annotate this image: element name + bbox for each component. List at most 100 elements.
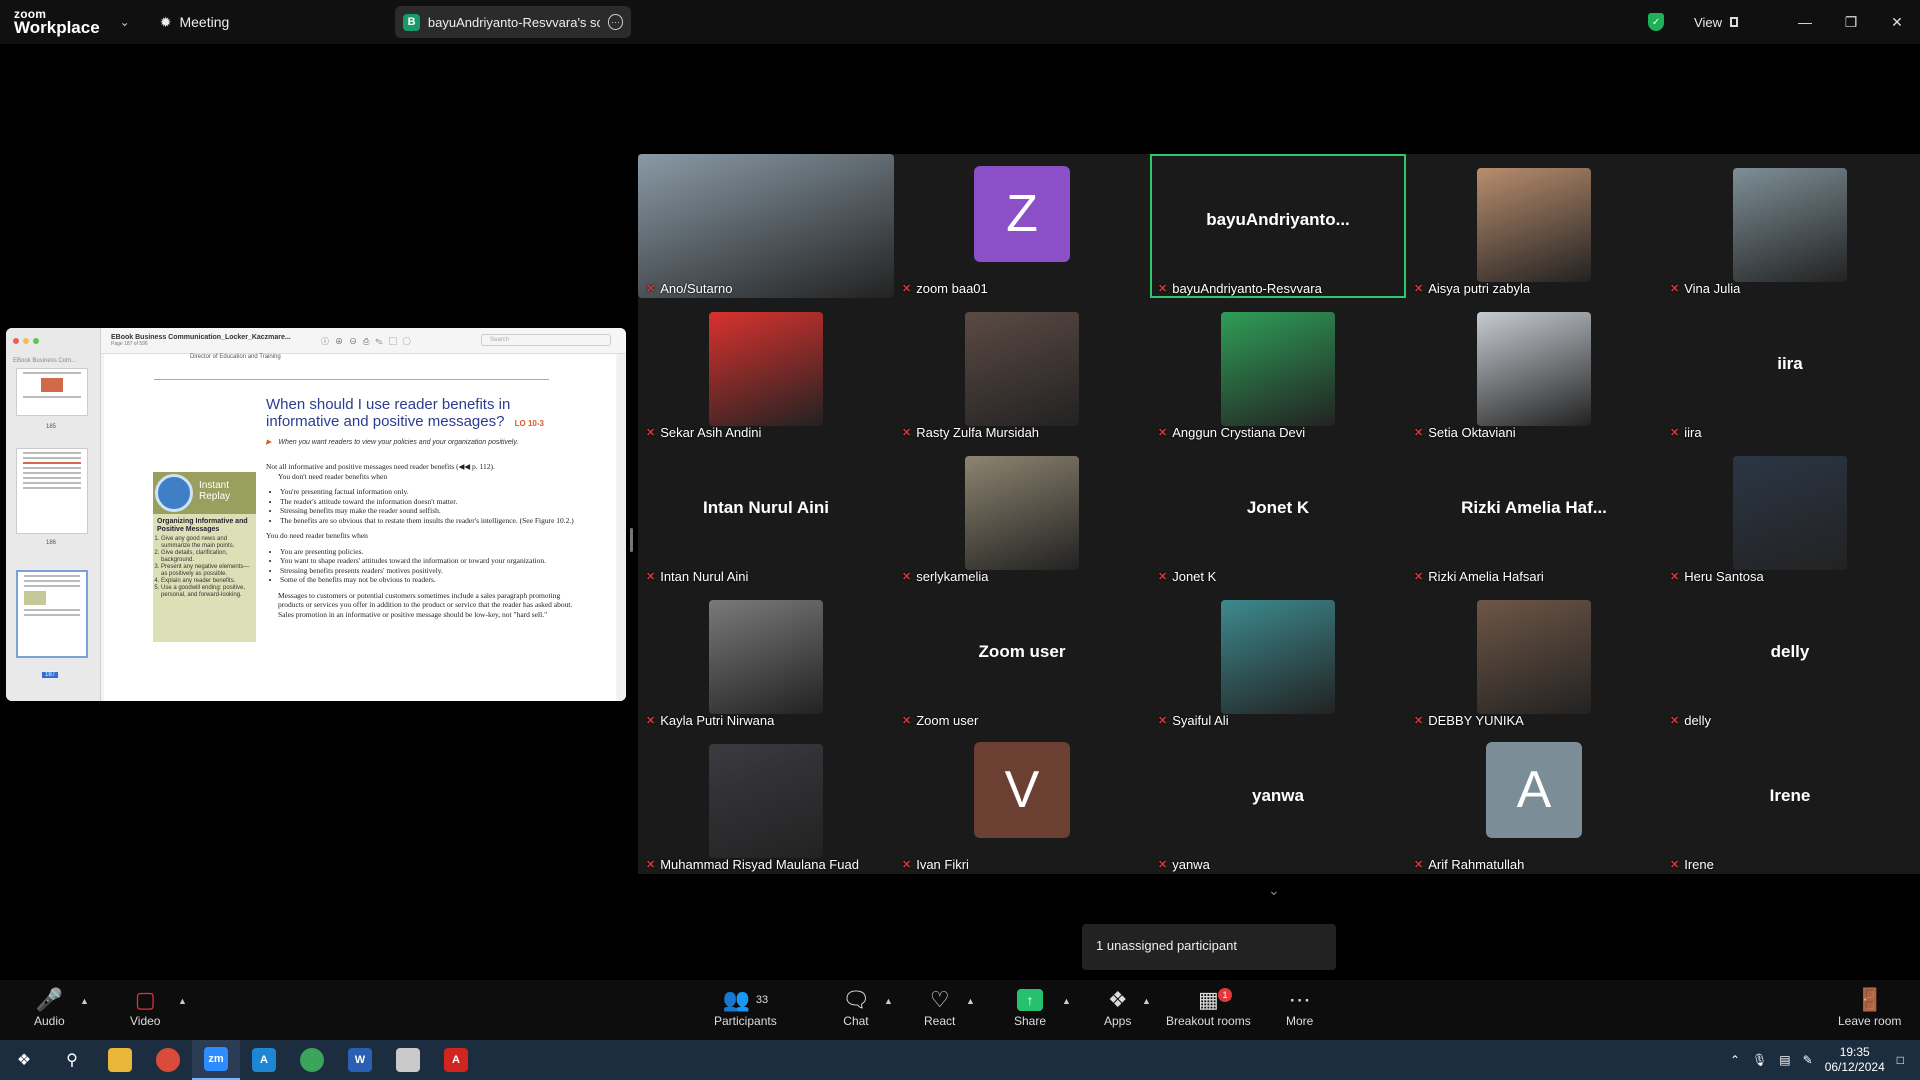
app-icon[interactable] (384, 1040, 432, 1080)
chat-label: Chat (843, 1014, 869, 1028)
pen-icon[interactable]: ✎ (1803, 1053, 1813, 1067)
page-thumbnail[interactable] (16, 368, 88, 416)
minimize-icon[interactable]: — (1782, 14, 1828, 30)
participant-tile[interactable]: ✕ Kayla Putri Nirwana (638, 586, 894, 730)
apps-button[interactable]: ❖ Apps (1104, 986, 1131, 1028)
pdf-tools-icons[interactable]: ⓘ⊕⊖⎙✎▢◯ (321, 336, 417, 347)
search-icon[interactable]: ⚲ (48, 1040, 96, 1080)
participant-tile[interactable]: ✕ Muhammad Risyad Maulana Fuad (638, 730, 894, 874)
participant-tile[interactable]: ✕ DEBBY YUNIKA (1406, 586, 1662, 730)
mic-muted-icon: ✕ (1670, 427, 1680, 439)
participant-tile[interactable]: ✕ Rasty Zulfa Mursidah (894, 298, 1150, 442)
sharer-avatar-badge: B (403, 13, 420, 31)
chevron-up-icon[interactable]: ▲ (1062, 996, 1071, 1006)
participant-tile[interactable]: Z ✕ zoom baa01 (894, 154, 1150, 298)
clock[interactable]: 19:35 06/12/2024 (1825, 1045, 1885, 1075)
video-button[interactable]: ▢ Video (130, 986, 160, 1028)
participant-tile[interactable]: delly ✕ delly (1662, 586, 1918, 730)
mic-muted-icon: ✕ (1414, 427, 1424, 439)
breakout-rooms-label: Breakout rooms (1166, 1014, 1251, 1028)
breakout-rooms-button[interactable]: ▦ Breakout rooms 1 (1166, 986, 1251, 1028)
mic-muted-icon: ✕ (646, 571, 656, 583)
acrobat-icon[interactable]: A (432, 1040, 480, 1080)
chevron-up-icon[interactable]: ⌃ (1730, 1053, 1740, 1067)
chevron-up-icon[interactable]: ▲ (1142, 996, 1151, 1006)
screen-share-indicator[interactable]: B bayuAndriyanto-Resvvara's scree ⋯ (395, 6, 632, 38)
pdf-search-field[interactable]: Search (481, 334, 611, 346)
more-label: More (1286, 1014, 1314, 1028)
chrome-profile-icon[interactable] (288, 1040, 336, 1080)
participant-tile[interactable]: V ✕ Ivan Fikri (894, 730, 1150, 874)
sidebar-title: EBook Business Com... (13, 358, 77, 364)
participant-tile[interactable]: Jonet K ✕ Jonet K (1150, 442, 1406, 586)
participant-tile[interactable]: ✕ Anggun Crystiana Devi (1150, 298, 1406, 442)
participant-name-label: ✕ Syaiful Ali (1158, 713, 1229, 728)
participant-tile[interactable]: A ✕ Arif Rahmatullah (1406, 730, 1662, 874)
restore-icon[interactable]: ❐ (1828, 14, 1874, 31)
participant-tile[interactable]: ✕ serlykamelia (894, 442, 1150, 586)
more-options-icon[interactable]: ⋯ (607, 14, 624, 30)
participant-tile[interactable]: Rizki Amelia Haf... ✕ Rizki Amelia Hafsari (1406, 442, 1662, 586)
page-thumbnail[interactable] (16, 448, 88, 534)
thumbnail-page-number: 186 (46, 540, 57, 546)
share-button[interactable]: ↑ Share (1014, 986, 1046, 1028)
participants-button[interactable]: 👥 33 Participants (714, 986, 777, 1028)
participant-name-label: ✕ serlykamelia (902, 569, 988, 584)
chevron-up-icon[interactable]: ▲ (884, 996, 893, 1006)
participant-avatar: Z (974, 166, 1070, 262)
split-resize-handle[interactable] (630, 528, 633, 552)
file-explorer-icon[interactable] (96, 1040, 144, 1080)
participant-name-label: ✕ Rasty Zulfa Mursidah (902, 425, 1039, 440)
network-icon[interactable]: ▤ (1779, 1053, 1790, 1067)
close-icon[interactable]: ✕ (1874, 14, 1920, 31)
participant-display-name: delly (1770, 642, 1810, 661)
participant-tile[interactable]: Zoom user ✕ Zoom user (894, 586, 1150, 730)
microphone-icon[interactable]: 🎙 (1752, 1053, 1767, 1067)
participant-tile[interactable]: ✕ Sekar Asih Andini (638, 298, 894, 442)
more-button[interactable]: ⋯ More (1286, 986, 1313, 1028)
meeting-menu-button[interactable]: ✹ Meeting (160, 14, 230, 31)
participant-tile[interactable]: bayuAndriyanto... ✕ bayuAndriyanto-Resvvar… (1150, 154, 1406, 298)
chevron-up-icon[interactable]: ▲ (80, 996, 89, 1006)
share-arrow-icon: ↑ (1017, 989, 1044, 1011)
participant-tile[interactable]: ✕ Syaiful Ali (1150, 586, 1406, 730)
notification-icon[interactable]: □ (1897, 1053, 1904, 1067)
participant-tile[interactable]: yanwa ✕ yanwa (1150, 730, 1406, 874)
audio-button[interactable]: 🎤 Audio (34, 986, 65, 1028)
pdf-scrollbar[interactable] (618, 354, 626, 701)
instant-replay-box: Instant Replay Organizing Informative and… (153, 472, 256, 642)
apps-icon: ❖ (1107, 987, 1128, 1012)
body-list-item: The reader's attitude toward the informa… (280, 497, 586, 507)
participant-tile[interactable]: ✕ Setia Oktaviani (1406, 298, 1662, 442)
body-list-item: You want to shape readers' attitudes tow… (280, 556, 586, 566)
participant-tile[interactable]: iira ✕ iira (1662, 298, 1918, 442)
participant-tile[interactable]: ✕ Ano/Sutarno (638, 154, 894, 298)
participant-tile[interactable]: Intan Nurul Aini ✕ Intan Nurul Aini (638, 442, 894, 586)
zoom-app-icon[interactable]: zm (192, 1040, 240, 1080)
body-paragraph: Not all informative and positive message… (266, 462, 495, 471)
chevron-down-icon[interactable]: ⌄ (1268, 882, 1280, 899)
chevron-up-icon[interactable]: ▲ (178, 996, 187, 1006)
chevron-up-icon[interactable]: ▲ (966, 996, 975, 1006)
windows-start-icon[interactable]: ❖ (0, 1040, 48, 1080)
chrome-icon[interactable] (144, 1040, 192, 1080)
participant-tile[interactable]: ✕ Vina Julia (1662, 154, 1918, 298)
security-shield-icon[interactable]: ✓ (1648, 13, 1665, 31)
view-button[interactable]: View (1694, 15, 1738, 30)
share-label: Share (1014, 1014, 1047, 1028)
page-thumbnail-selected[interactable] (16, 570, 88, 658)
chat-button[interactable]: 🗨 Chat (842, 986, 870, 1028)
paw-icon: ✹ (159, 13, 172, 30)
participant-tile[interactable]: ✕ Aisya putri zabyla (1406, 154, 1662, 298)
shared-screen[interactable]: EBook Business Com... 185 186 187 EBook … (6, 328, 626, 701)
participant-name: delly (1684, 713, 1711, 728)
leave-room-button[interactable]: 🚪 Leave room (1838, 986, 1901, 1028)
code-editor-icon[interactable]: A (240, 1040, 288, 1080)
word-icon[interactable]: W (336, 1040, 384, 1080)
participant-tile[interactable]: Irene ✕ Irene (1662, 730, 1918, 874)
microphone-muted-icon: 🎤 (35, 987, 64, 1012)
chevron-down-icon[interactable]: ⌄ (120, 15, 130, 29)
participant-tile[interactable]: ✕ Heru Santosa (1662, 442, 1918, 586)
unassigned-participant-notice[interactable]: 1 unassigned participant (1082, 924, 1336, 970)
react-button[interactable]: ♡ React (924, 986, 955, 1028)
